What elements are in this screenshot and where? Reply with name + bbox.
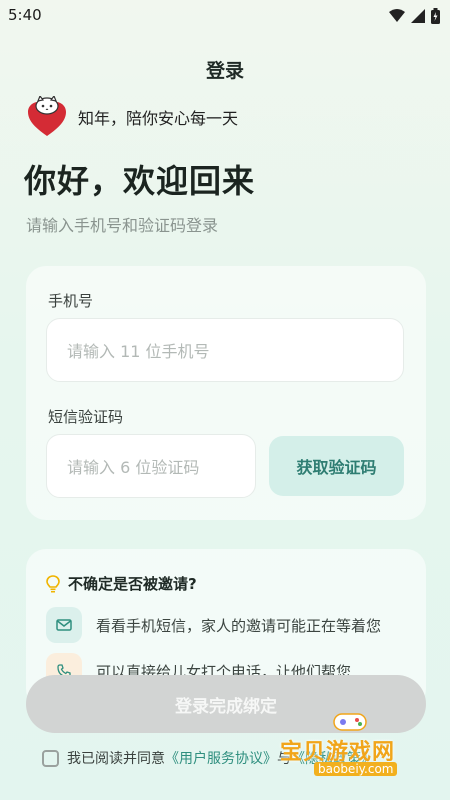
watermark: 宝贝游戏网 baobeiy.com: [280, 706, 430, 776]
login-form-card: 手机号 请输入 11 位手机号 短信验证码 请输入 6 位验证码 获取验证码: [26, 266, 426, 520]
brand: 知年，陪你安心每一天: [26, 96, 238, 138]
code-placeholder: 请输入 6 位验证码: [67, 458, 200, 477]
agreement-prefix: 我已阅读并同意: [67, 751, 165, 767]
get-code-button[interactable]: 获取验证码: [269, 436, 404, 496]
wifi-icon: [389, 9, 405, 22]
brand-tagline: 知年，陪你安心每一天: [78, 109, 239, 128]
agree-checkbox[interactable]: [42, 749, 59, 767]
tips-title-text: 不确定是否被邀请?: [68, 575, 197, 593]
tip-text: 看看手机短信，家人的邀请可能正在等着您: [96, 616, 382, 635]
page-title: 登录: [205, 60, 244, 82]
greeting-heading: 你好，欢迎回来: [24, 162, 256, 200]
status-bar: 5:40: [0, 0, 450, 32]
phone-label: 手机号: [48, 292, 94, 310]
phone-input[interactable]: 请输入 11 位手机号: [46, 318, 404, 382]
service-agreement-link[interactable]: 《用户服务协议》: [165, 748, 277, 768]
lightbulb-icon: [46, 574, 60, 592]
phone-placeholder: 请输入 11 位手机号: [67, 342, 210, 361]
gamepad-icon: [333, 713, 367, 731]
code-input[interactable]: 请输入 6 位验证码: [46, 434, 256, 498]
status-time: 5:40: [8, 6, 42, 24]
signal-icon: [411, 9, 425, 23]
watermark-url: baobeiy.com: [314, 762, 398, 776]
cat-heart-logo: [28, 96, 66, 136]
status-icons: [389, 8, 440, 24]
battery-icon: [431, 8, 440, 24]
code-label: 短信验证码: [48, 408, 124, 426]
tips-title: 不确定是否被邀请?: [46, 573, 197, 594]
tip-row-sms: 看看手机短信，家人的邀请可能正在等着您: [46, 607, 381, 643]
mail-icon: [46, 607, 82, 643]
subtitle: 请输入手机号和验证码登录: [26, 216, 219, 235]
